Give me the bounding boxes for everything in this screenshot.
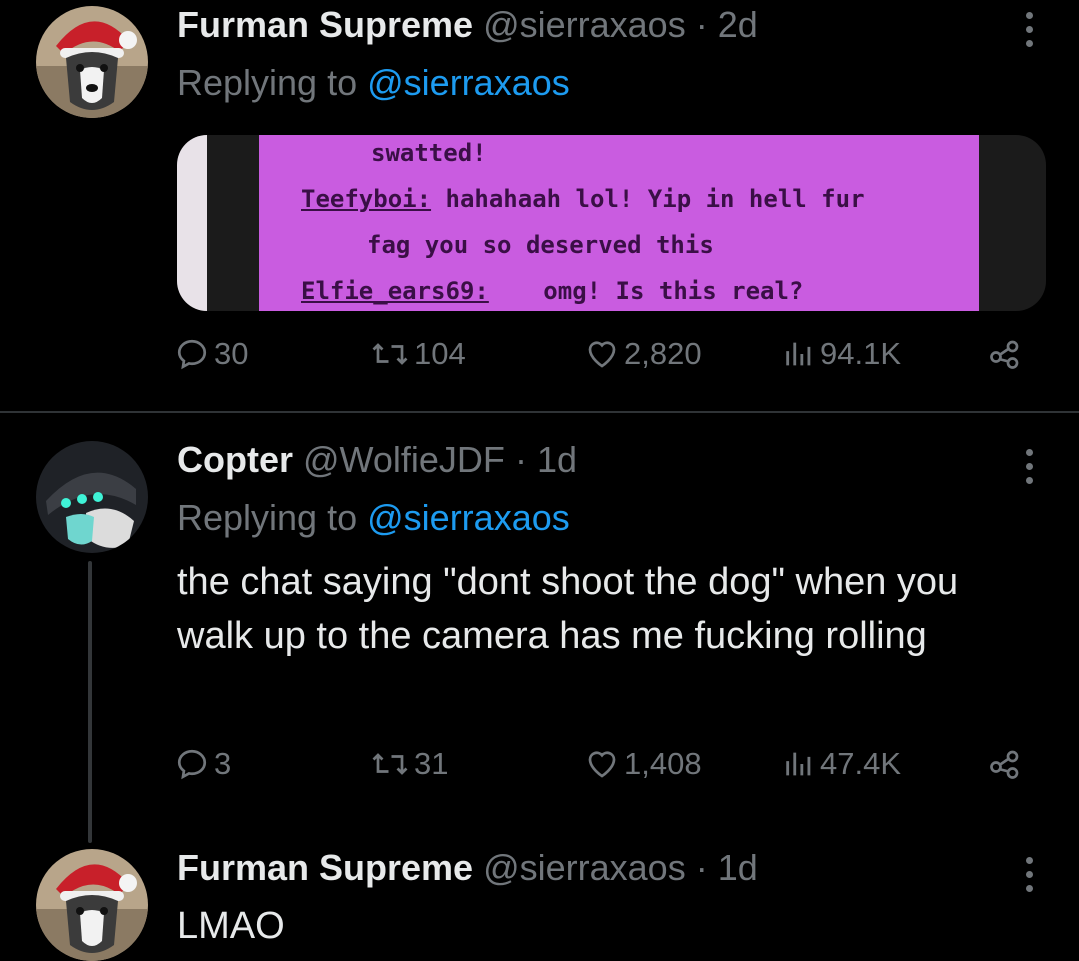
media-chat-line: fag you so deserved this (367, 231, 714, 259)
more-icon[interactable] (1019, 857, 1039, 892)
avatar[interactable] (36, 6, 148, 118)
replying-to: Replying to @sierraxaos (177, 62, 570, 104)
retweet-count: 104 (414, 336, 466, 371)
media-chat-user: Elfie_ears69: (301, 277, 489, 305)
views-icon (786, 342, 811, 366)
like-icon (588, 341, 616, 368)
more-icon[interactable] (1019, 12, 1039, 47)
like-count: 2,820 (624, 336, 702, 371)
views-button[interactable]: 47.4K (782, 746, 901, 782)
reply-icon (177, 339, 207, 370)
retweet-icon (372, 343, 408, 365)
avatar-image (36, 849, 148, 961)
tweet-header: Furman Supreme @sierraxaos · 2d (177, 4, 758, 46)
like-icon (588, 751, 616, 778)
share-button[interactable] (986, 746, 1024, 782)
display-name[interactable]: Furman Supreme (177, 847, 473, 888)
reply-count: 30 (214, 336, 249, 371)
reply-button[interactable]: 3 (174, 746, 231, 782)
timestamp[interactable]: 2d (718, 4, 758, 45)
reply-button[interactable]: 30 (174, 336, 248, 372)
separator: · (695, 4, 708, 45)
display-name[interactable]: Copter (177, 439, 293, 480)
reply-icon (177, 749, 207, 780)
tweet-3[interactable]: Furman Supreme @sierraxaos · 1d LMAO (0, 843, 1079, 961)
avatar[interactable] (36, 849, 148, 961)
retweet-button[interactable]: 104 (370, 336, 466, 372)
media-chat-text: omg! Is this real? (543, 277, 804, 305)
share-icon (990, 750, 1019, 779)
tweet-text: the chat saying "dont shoot the dog" whe… (177, 561, 959, 657)
share-icon (990, 340, 1019, 369)
replying-mention-link[interactable]: @sierraxaos (367, 497, 570, 538)
avatar-image (36, 441, 148, 553)
timestamp[interactable]: 1d (537, 439, 577, 480)
views-count: 47.4K (820, 746, 902, 781)
media-screen: swatted! Teefyboi: hahahaah lol! Yip in … (259, 135, 979, 311)
retweet-button[interactable]: 31 (370, 746, 448, 782)
tweet-text: LMAO (177, 905, 285, 947)
retweet-icon (372, 753, 408, 775)
share-button[interactable] (986, 336, 1024, 372)
tweet-actions: 3 31 1,408 47.4K (174, 746, 1034, 794)
display-name[interactable]: Furman Supreme (177, 4, 473, 45)
timestamp[interactable]: 1d (718, 847, 758, 888)
replying-prefix: Replying to (177, 62, 358, 103)
like-count: 1,408 (624, 746, 702, 781)
more-icon[interactable] (1019, 449, 1039, 484)
tweet-2[interactable]: Copter @WolfieJDF · 1d Replying to @sier… (0, 413, 1079, 843)
replying-to: Replying to @sierraxaos (177, 497, 570, 539)
like-button[interactable]: 2,820 (584, 336, 702, 372)
handle[interactable]: @WolfieJDF (303, 439, 505, 480)
replying-mention-link[interactable]: @sierraxaos (367, 62, 570, 103)
media-chat-user: Teefyboi: (301, 185, 432, 213)
avatar-image (36, 6, 148, 118)
media-chat-line: Elfie_ears69: omg! Is this real? (301, 277, 803, 305)
tweet-header: Copter @WolfieJDF · 1d (177, 439, 577, 481)
retweet-count: 31 (414, 746, 449, 781)
media-chat-text: hahahaah lol! Yip in hell fur (445, 185, 865, 213)
handle[interactable]: @sierraxaos (483, 4, 686, 45)
tweet-header: Furman Supreme @sierraxaos · 1d (177, 847, 758, 889)
separator: · (514, 439, 527, 480)
thread-line (88, 561, 92, 843)
handle[interactable]: @sierraxaos (483, 847, 686, 888)
media-edge (177, 135, 207, 311)
views-button[interactable]: 94.1K (782, 336, 901, 372)
views-icon (786, 752, 811, 776)
tweet-1[interactable]: Furman Supreme @sierraxaos · 2d Replying… (0, 0, 1079, 412)
like-button[interactable]: 1,408 (584, 746, 702, 782)
replying-prefix: Replying to (177, 497, 358, 538)
tweet-actions: 30 104 2,820 94.1K (174, 336, 1034, 384)
separator: · (695, 847, 708, 888)
media-chat-line: swatted! (371, 139, 487, 167)
views-count: 94.1K (820, 336, 902, 371)
avatar[interactable] (36, 441, 148, 553)
reply-count: 3 (214, 746, 232, 781)
media-chat-line: Teefyboi: hahahaah lol! Yip in hell fur (301, 185, 865, 213)
media-image[interactable]: swatted! Teefyboi: hahahaah lol! Yip in … (177, 135, 1046, 311)
